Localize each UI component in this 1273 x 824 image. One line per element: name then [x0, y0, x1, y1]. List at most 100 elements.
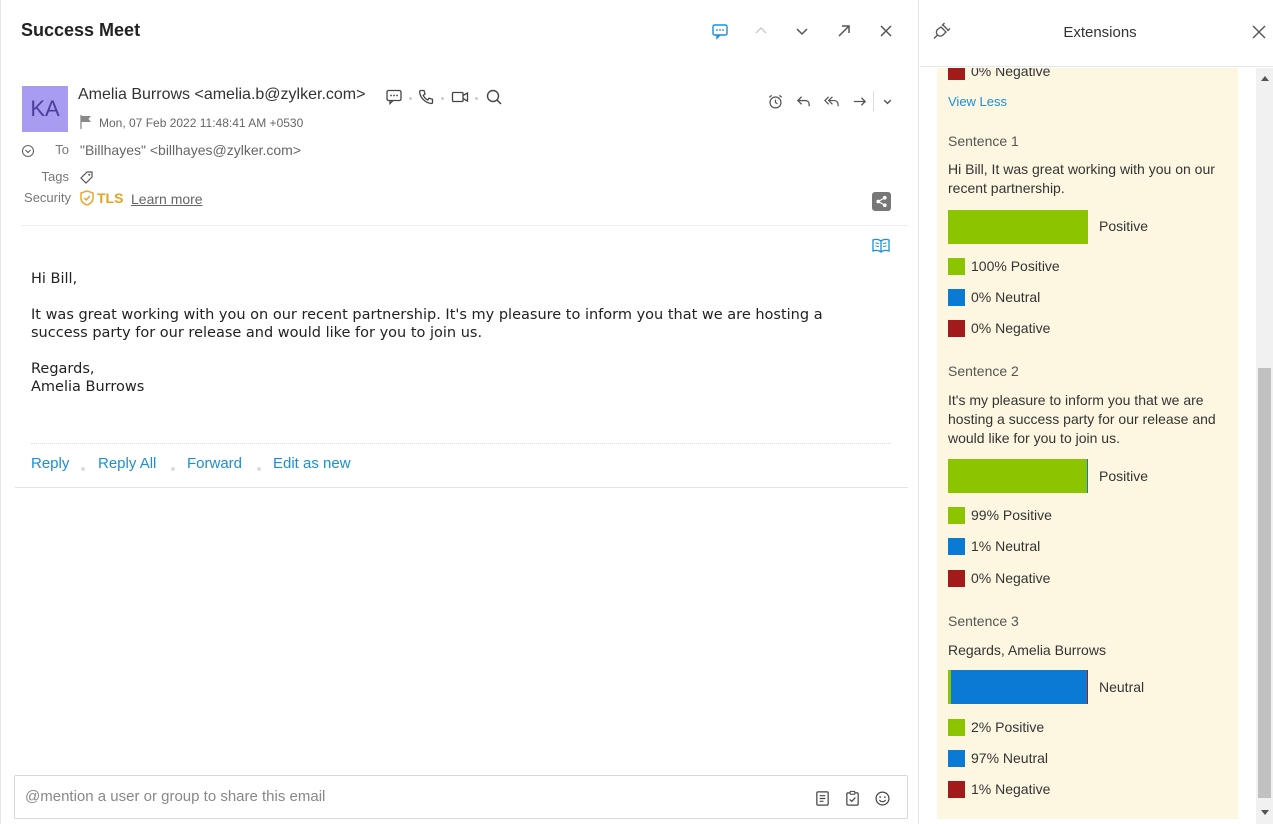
extensions-header: Extensions: [920, 0, 1273, 67]
next-mail-icon[interactable]: [791, 20, 813, 42]
bar-neutral: [950, 670, 1087, 704]
negative-swatch: [948, 68, 965, 80]
extensions-scrollbar[interactable]: [1256, 68, 1273, 824]
legend-positive: 99% Positive: [948, 506, 1052, 524]
bar-positive: [948, 459, 1087, 493]
sent-date: Mon, 07 Feb 2022 11:48:41 AM +0530: [99, 116, 304, 130]
sentiment-bar: [948, 210, 1088, 244]
separator-dot: [257, 467, 261, 471]
legend-negative-top: 0% Negative: [948, 68, 1050, 80]
reply-link[interactable]: Reply: [31, 455, 69, 472]
forward-link[interactable]: Forward: [187, 455, 242, 472]
legend-label: 0% Negative: [971, 320, 1051, 336]
negative-swatch: [948, 569, 965, 587]
edit-as-new-link[interactable]: Edit as new: [273, 455, 351, 472]
sentence-heading: Sentence 3: [948, 613, 1019, 629]
sentiment-result: Neutral: [1099, 679, 1145, 695]
previous-mail-icon[interactable]: [750, 20, 772, 42]
sender-address[interactable]: Amelia Burrows <amelia.b@zylker.com>: [78, 86, 365, 104]
extensions-pane: Extensions 0% Negative View Less Sentenc…: [920, 0, 1273, 824]
legend-label: 1% Neutral: [971, 538, 1041, 554]
sentiment-panel: 0% Negative View Less Sentence 1 Hi Bill…: [937, 68, 1238, 819]
sender-avatar[interactable]: KA: [22, 86, 68, 132]
separator-dot: [409, 97, 412, 100]
chat-icon[interactable]: [383, 87, 405, 107]
to-recipient[interactable]: "Billhayes" <billhayes@zylker.com>: [80, 142, 301, 158]
legend-label: 0% Negative: [971, 68, 1051, 79]
legend-label: 0% Neutral: [971, 289, 1041, 305]
scroll-thumb[interactable]: [1258, 368, 1271, 798]
comments-icon[interactable]: [709, 20, 731, 42]
scroll-up-arrow-icon[interactable]: [1261, 76, 1269, 81]
reading-mode-icon[interactable]: [871, 237, 891, 255]
reply-all-icon[interactable]: [820, 91, 842, 111]
bar-positive: [948, 210, 1088, 244]
legend-neutral: 1% Neutral: [948, 537, 1040, 555]
snooze-alarm-icon[interactable]: [764, 91, 786, 111]
forward-icon[interactable]: [848, 91, 870, 111]
negative-swatch: [948, 319, 965, 337]
negative-swatch: [948, 780, 965, 798]
open-in-new-window-icon[interactable]: [833, 20, 855, 42]
notes-icon[interactable]: [812, 788, 832, 808]
legend-positive: 2% Positive: [948, 718, 1044, 736]
mention-share-box: [14, 775, 908, 819]
legend-label: 2% Positive: [971, 719, 1045, 735]
positive-swatch: [948, 506, 965, 524]
security-label: Security: [24, 190, 71, 205]
more-actions-chevron-icon[interactable]: [876, 91, 898, 111]
legend-negative: 1% Negative: [948, 780, 1050, 798]
legend-negative: 0% Negative: [948, 319, 1050, 337]
task-icon[interactable]: [842, 788, 862, 808]
separator-dot: [441, 97, 444, 100]
separator-dot: [475, 97, 478, 100]
neutral-swatch: [948, 288, 965, 306]
tag-icon[interactable]: [79, 170, 94, 185]
bar-negative: [1086, 670, 1088, 704]
legend-label: 0% Negative: [971, 570, 1051, 586]
learn-more-link[interactable]: Learn more: [131, 191, 203, 207]
close-extensions-icon[interactable]: [1249, 22, 1269, 42]
neutral-swatch: [948, 537, 965, 555]
tags-label: Tags: [41, 169, 69, 184]
legend-neutral: 0% Neutral: [948, 288, 1040, 306]
mail-body: Hi Bill, It was great working with you o…: [31, 270, 881, 396]
flag-icon[interactable]: [79, 114, 93, 130]
sentence-text: It's my pleasure to inform you that we a…: [948, 392, 1216, 446]
share-icon[interactable]: [872, 192, 891, 211]
search-icon[interactable]: [483, 87, 505, 107]
sentence-text: Hi Bill, It was great working with you o…: [948, 161, 1215, 196]
emoji-icon[interactable]: [872, 788, 892, 808]
body-divider: [31, 443, 891, 444]
legend-label: 1% Negative: [971, 781, 1051, 797]
tls-shield-icon: [80, 190, 94, 206]
positive-swatch: [948, 257, 965, 275]
scroll-down-arrow-icon[interactable]: [1261, 810, 1269, 815]
links-divider: [15, 487, 908, 488]
phone-call-icon[interactable]: [415, 87, 437, 107]
reply-icon[interactable]: [792, 91, 814, 111]
video-call-icon[interactable]: [449, 87, 471, 107]
view-less-link[interactable]: View Less: [948, 94, 1007, 109]
close-mail-icon[interactable]: [875, 20, 897, 42]
sentence-heading: Sentence 1: [948, 133, 1019, 149]
sentiment-result: Positive: [1099, 468, 1149, 484]
mail-signature: Amelia Burrows: [31, 379, 145, 395]
reply-all-link[interactable]: Reply All: [98, 455, 156, 472]
header-divider: [21, 225, 908, 226]
legend-label: 97% Neutral: [971, 750, 1049, 766]
mail-closing: Regards,: [31, 361, 95, 377]
sentiment-result: Positive: [1099, 218, 1149, 234]
legend-positive: 100% Positive: [948, 257, 1060, 275]
expand-recipients-icon[interactable]: [21, 144, 35, 158]
sentence-heading: Sentence 2: [948, 363, 1019, 379]
sentiment-bar: [948, 670, 1088, 704]
mail-pane: Success Meet KA Amelia Burrows <amelia.b…: [0, 0, 919, 824]
legend-label: 99% Positive: [971, 507, 1052, 523]
legend-neutral: 97% Neutral: [948, 749, 1048, 767]
action-divider: [873, 91, 874, 111]
mail-greeting: Hi Bill,: [31, 271, 78, 287]
mention-input[interactable]: [25, 788, 785, 805]
mail-paragraph: It was great working with you on our rec…: [31, 307, 823, 341]
separator-dot: [81, 467, 85, 471]
